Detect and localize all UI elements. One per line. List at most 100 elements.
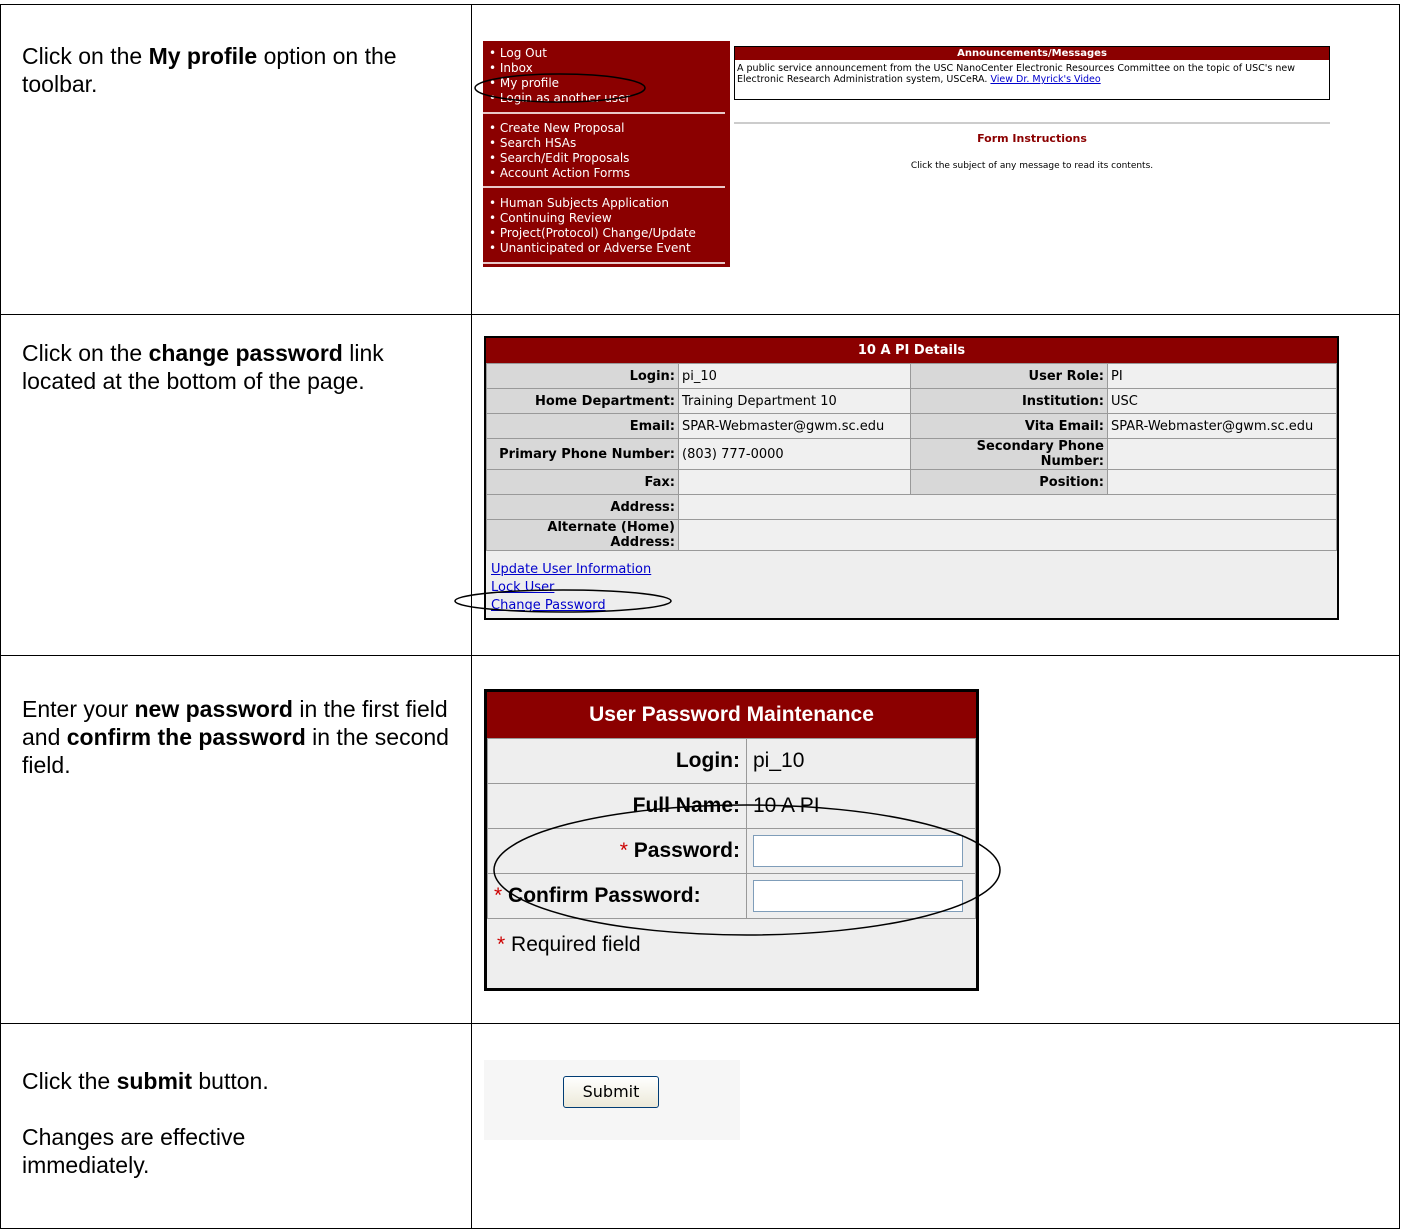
menu-human-subjects-application[interactable]: • Human Subjects Application [489, 196, 696, 211]
step-3-bold2: confirm the password [66, 724, 306, 750]
table-row: * Password: [487, 828, 976, 874]
secondary-phone-value [1107, 438, 1337, 470]
pi-details-panel: 10 A PI Details Login: pi_10 User Role: … [484, 336, 1339, 620]
vita-email-label: Vita Email: [910, 413, 1108, 439]
required-star-icon: * [494, 884, 503, 907]
menu-search-hsas[interactable]: • Search HSAs [489, 136, 630, 151]
details-links: Update User Information Lock User Change… [491, 561, 651, 615]
login-value: pi_10 [678, 363, 911, 389]
menu-login-as-another-user[interactable]: • Login as another user [489, 91, 630, 106]
menu-screenshot: • Log Out • Inbox • My profile • Login a… [483, 41, 1359, 269]
step-4-post: button. [191, 1068, 269, 1094]
step-3-bold: new password [134, 696, 293, 722]
lock-user-link[interactable]: Lock User [491, 579, 651, 597]
password-form-table: Login: pi_10 Full Name: 10 A PI * Passwo… [487, 738, 976, 919]
address-value [678, 494, 1337, 520]
confirm-password-input[interactable] [753, 880, 963, 912]
table-row: Login: pi_10 [487, 738, 976, 784]
table-row: Email: SPAR-Webmaster@gwm.sc.edu Vita Em… [486, 413, 1337, 439]
confirm-label-cell: * Confirm Password: [487, 873, 747, 919]
menu-log-out[interactable]: • Log Out [489, 46, 630, 61]
login-label: Login: [486, 363, 679, 389]
full-name-label: Full Name: [487, 783, 747, 829]
menu-account-action-forms[interactable]: • Account Action Forms [489, 166, 630, 181]
table-row: Login: pi_10 User Role: PI [486, 363, 1337, 389]
menu-separator [483, 262, 725, 264]
menu-unanticipated-adverse-event[interactable]: • Unanticipated or Adverse Event [489, 241, 696, 256]
confirm-input-cell [746, 873, 976, 919]
email-value: SPAR-Webmaster@gwm.sc.edu [678, 413, 911, 439]
login-value: pi_10 [746, 738, 976, 784]
required-note: * Required field [487, 919, 976, 971]
position-label: Position: [910, 469, 1108, 495]
password-form-title: User Password Maintenance [487, 692, 976, 738]
table-row: Alternate (Home) Address: [486, 519, 1337, 551]
step-1-pre: Click on the [22, 43, 149, 69]
step-2-pre: Click on the [22, 340, 149, 366]
table-row: * Confirm Password: [487, 873, 976, 919]
email-label: Email: [486, 413, 679, 439]
row-divider [1, 1023, 1399, 1024]
pi-details-table: Login: pi_10 User Role: PI Home Departme… [486, 363, 1337, 551]
required-star-icon: * [497, 933, 506, 956]
table-row: Full Name: 10 A PI [487, 783, 976, 829]
step-3-text: Enter your new password in the first fie… [22, 695, 462, 779]
primary-phone-label: Primary Phone Number: [486, 438, 679, 470]
password-input-cell [746, 828, 976, 874]
fax-label: Fax: [486, 469, 679, 495]
menu-separator [483, 112, 725, 114]
menu-create-new-proposal[interactable]: • Create New Proposal [489, 121, 630, 136]
table-row: Fax: Position: [486, 469, 1337, 495]
menu-my-profile[interactable]: • My profile [489, 76, 630, 91]
password-label: Password: [633, 839, 740, 862]
table-row: Home Department: Training Department 10 … [486, 388, 1337, 414]
video-link[interactable]: View Dr. Myrick's Video [990, 74, 1100, 85]
address-label: Address: [486, 494, 679, 520]
step-4-text: Click the submit button. Changes are eff… [22, 1067, 462, 1179]
column-divider [471, 5, 472, 1228]
login-label: Login: [487, 738, 747, 784]
announcements-box: Announcements/Messages A public service … [734, 46, 1330, 100]
step-4-bold: submit [116, 1068, 192, 1094]
announcements-body: A public service announcement from the U… [735, 60, 1329, 85]
step-1-bold: My profile [148, 43, 258, 69]
step-3-pre: Enter your [22, 696, 135, 722]
required-star-icon: * [619, 839, 628, 862]
menu-separator [483, 186, 725, 188]
alternate-address-label: Alternate (Home) Address: [486, 519, 679, 551]
submit-button[interactable]: Submit [563, 1076, 659, 1108]
required-text: Required field [511, 933, 641, 956]
full-name-value: 10 A PI [746, 783, 976, 829]
vita-email-value: SPAR-Webmaster@gwm.sc.edu [1107, 413, 1337, 439]
institution-value: USC [1107, 388, 1337, 414]
update-user-information-link[interactable]: Update User Information [491, 561, 651, 579]
menu-inbox[interactable]: • Inbox [489, 61, 630, 76]
alternate-address-value [678, 519, 1337, 551]
change-password-link[interactable]: Change Password [491, 597, 651, 615]
menu-search-edit-proposals[interactable]: • Search/Edit Proposals [489, 151, 630, 166]
secondary-phone-label: Secondary Phone Number: [910, 438, 1108, 470]
divider [734, 122, 1330, 124]
position-value [1107, 469, 1337, 495]
step-2-bold: change password [148, 340, 343, 366]
pi-details-title: 10 A PI Details [486, 338, 1337, 363]
password-form: User Password Maintenance Login: pi_10 F… [484, 689, 979, 991]
user-role-label: User Role: [910, 363, 1108, 389]
row-divider [1, 314, 1399, 315]
primary-phone-value: (803) 777-0000 [678, 438, 911, 470]
step-4-pre: Click the [22, 1068, 117, 1094]
table-row: Address: [486, 494, 1337, 520]
toolbar-menu: • Log Out • Inbox • My profile • Login a… [483, 41, 730, 267]
form-instructions-text: Click the subject of any message to read… [910, 161, 1154, 171]
password-input[interactable] [753, 835, 963, 867]
row-divider [1, 655, 1399, 656]
table-row: Primary Phone Number: (803) 777-0000 Sec… [486, 438, 1337, 470]
user-role-value: PI [1107, 363, 1337, 389]
step-1-text: Click on the My profile option on the to… [22, 42, 462, 98]
menu-project-change-update[interactable]: • Project(Protocol) Change/Update [489, 226, 696, 241]
password-label-cell: * Password: [487, 828, 747, 874]
home-department-value: Training Department 10 [678, 388, 911, 414]
fax-value [678, 469, 911, 495]
confirm-password-label: Confirm Password: [508, 884, 701, 907]
menu-continuing-review[interactable]: • Continuing Review [489, 211, 696, 226]
